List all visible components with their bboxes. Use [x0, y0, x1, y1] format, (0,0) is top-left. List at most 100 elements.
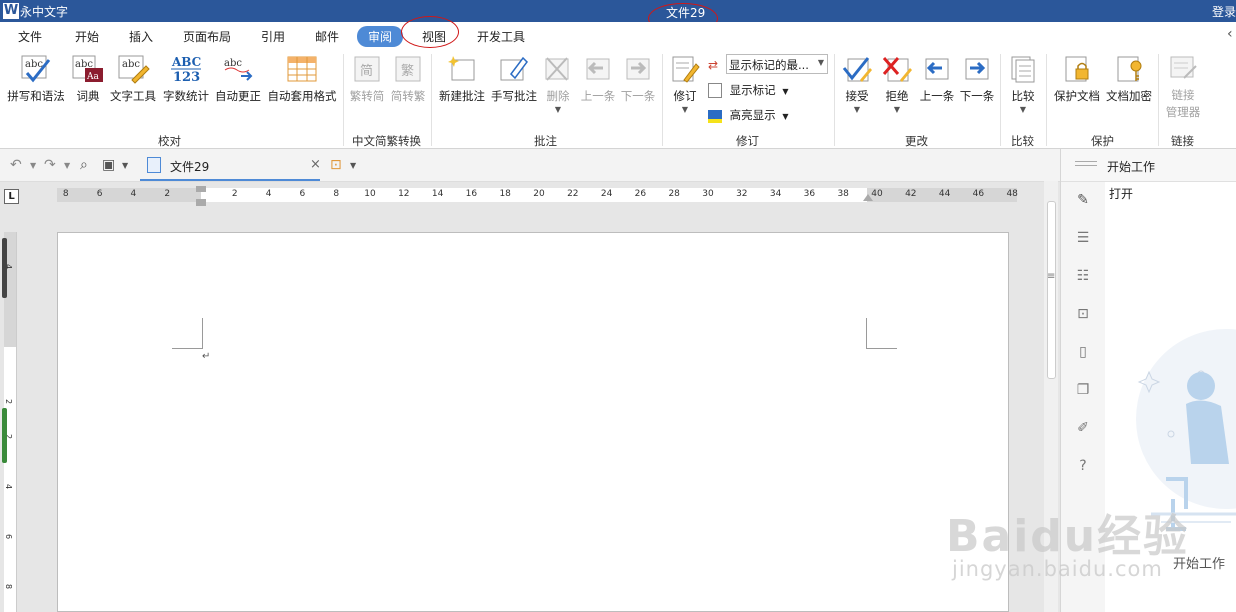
tab-insert[interactable]: 插入 — [129, 28, 153, 45]
ink-comment-button[interactable]: 手写批注 — [489, 54, 539, 104]
autocorrect-label: 自动更正 — [215, 89, 261, 103]
trad-to-simp-button[interactable]: 简 繁转简 — [347, 54, 387, 104]
next-change-button[interactable]: 下一条 — [958, 54, 996, 104]
help-icon[interactable]: ? — [1075, 458, 1091, 474]
vertical-ruler-handle[interactable] — [2, 408, 7, 463]
clipboard-icon[interactable]: ▯ — [1075, 344, 1091, 360]
compare-dropdown-icon[interactable]: ▼ — [1006, 105, 1040, 114]
scrollbar-thumb[interactable] — [1047, 201, 1056, 379]
ruler-tick-label: 18 — [499, 189, 511, 199]
collapse-ribbon-icon[interactable]: ‹ — [1227, 26, 1233, 42]
ruler-tick-label: 42 — [905, 189, 917, 199]
ruler-tick-label: 20 — [533, 189, 545, 199]
ribbon-separator — [343, 54, 344, 146]
tab-file[interactable]: 文件 — [18, 28, 42, 45]
paragraph-mark: ↵ — [202, 351, 211, 362]
group-label-compare: 比较 — [1011, 134, 1034, 148]
undo-dropdown-icon[interactable]: ▼ — [30, 161, 36, 170]
highlight-button[interactable]: 高亮显示 ▼ — [708, 107, 788, 123]
open-label: 打开 — [1109, 187, 1134, 201]
open-action[interactable]: 打开 — [1105, 182, 1236, 204]
word-count-button[interactable]: ABC 123 字数统计 — [161, 54, 211, 104]
next-change-label: 下一条 — [959, 89, 995, 103]
ruler-tick-label: 32 — [736, 189, 748, 199]
track-changes-dropdown-icon[interactable]: ▼ — [668, 105, 702, 114]
svg-text:简: 简 — [360, 63, 373, 79]
next-change-icon — [965, 58, 989, 80]
lock-icon[interactable]: ⊡ — [1075, 306, 1091, 322]
word-count-icon: ABC 123 — [171, 55, 201, 84]
next-comment-button[interactable]: 下一条 — [619, 54, 657, 104]
redo-dropdown-icon[interactable]: ▼ — [64, 161, 70, 170]
list-tree-icon[interactable]: ☷ — [1075, 268, 1091, 284]
group-label-protect: 保护 — [1091, 134, 1114, 148]
document-tab[interactable]: 文件29 × — [140, 151, 321, 181]
settings-sliders-icon[interactable]: ☰ — [1075, 230, 1091, 246]
tab-mailings[interactable]: 邮件 — [315, 28, 339, 45]
new-document-dropdown-icon[interactable]: ▼ — [350, 161, 356, 170]
ribbon: abc 拼写和语法 abc Aa 词典 abc 文字工具 ABC 123 字数统… — [0, 50, 1236, 149]
compare-button[interactable]: 比较 ▼ — [1006, 54, 1040, 114]
login-link[interactable]: 登录 — [1212, 3, 1236, 20]
menu-bar: 文件 开始 插入 页面布局 引用 邮件 审阅 视图 开发工具 ‹ — [0, 22, 1236, 50]
save-dropdown-icon[interactable]: ▼ — [122, 161, 128, 170]
tab-home[interactable]: 开始 — [75, 28, 99, 45]
tab-stop-selector[interactable]: L — [4, 189, 19, 204]
text-tools-button[interactable]: abc 文字工具 — [108, 54, 158, 104]
tab-developer[interactable]: 开发工具 — [477, 28, 525, 45]
ribbon-separator — [1000, 54, 1001, 146]
markup-mode-select[interactable]: 显示标记的最... ▼ — [726, 54, 828, 74]
tab-references[interactable]: 引用 — [261, 28, 285, 45]
reject-dropdown-icon[interactable]: ▼ — [880, 105, 914, 114]
delete-dropdown-icon[interactable]: ▼ — [541, 105, 575, 114]
track-changes-button[interactable]: 修订 ▼ — [668, 54, 702, 114]
edit-pen-icon[interactable]: ✎ — [1075, 192, 1091, 208]
new-document-icon[interactable]: ⊡ — [330, 157, 342, 173]
vertical-ruler-handle[interactable] — [2, 238, 7, 298]
new-comment-button[interactable]: 新建批注 — [436, 54, 488, 104]
show-markup-button[interactable]: 显示标记 ▼ — [708, 82, 788, 98]
new-comment-icon — [448, 56, 475, 81]
reject-change-button[interactable]: 拒绝 ▼ — [880, 54, 914, 114]
protect-document-icon — [1065, 56, 1089, 82]
ribbon-separator — [834, 54, 835, 146]
document-page[interactable]: ↵ — [57, 232, 1009, 612]
autocorrect-button[interactable]: abc 自动更正 — [213, 54, 263, 104]
horizontal-ruler[interactable]: 8 6 4 2 2 4 6 8 10 12 14 16 18 20 22 24 26 28 30 32 34 36 38 40… — [57, 186, 1018, 206]
encrypt-document-button[interactable]: 文档加密 — [1104, 54, 1154, 104]
accept-change-button[interactable]: 接受 ▼ — [840, 54, 874, 114]
side-panel-title: 开始工作 — [1107, 160, 1156, 174]
show-markup-icon — [708, 83, 722, 98]
left-indent-marker[interactable] — [196, 199, 206, 206]
undo-icon[interactable]: ↶ — [10, 157, 22, 173]
ruler-tick-label: 4 — [265, 189, 272, 199]
link-manager-button[interactable]: 链接 管理器 — [1162, 54, 1204, 120]
redo-icon[interactable]: ↷ — [44, 157, 56, 173]
svg-text:ABC: ABC — [171, 55, 201, 69]
right-indent-marker[interactable] — [863, 194, 873, 201]
prev-comment-button[interactable]: 上一条 — [579, 54, 617, 104]
tab-page-layout[interactable]: 页面布局 — [183, 28, 231, 45]
panel-menu-icon[interactable] — [1075, 161, 1097, 162]
protect-document-button[interactable]: 保护文档 — [1052, 54, 1102, 104]
tab-review[interactable]: 审阅 — [357, 26, 404, 47]
first-line-indent-marker[interactable] — [196, 186, 206, 192]
accept-icon — [842, 57, 872, 82]
group-label-proofing: 校对 — [158, 134, 181, 148]
delete-comment-button[interactable]: 删除 ▼ — [541, 54, 575, 114]
ruler-tick-label: 44 — [938, 189, 951, 199]
spelling-grammar-button[interactable]: abc 拼写和语法 — [5, 54, 67, 104]
copy-document-icon[interactable]: ❐ — [1075, 382, 1091, 398]
dictionary-button[interactable]: abc Aa 词典 — [70, 54, 106, 104]
print-preview-icon[interactable]: ⌕ — [80, 157, 88, 173]
ruler-tick-label: 28 — [668, 189, 680, 199]
accept-label: 接受 — [845, 89, 869, 103]
highlight-pen-icon — [708, 110, 722, 123]
close-tab-icon[interactable]: × — [310, 157, 321, 172]
accept-dropdown-icon[interactable]: ▼ — [840, 105, 874, 114]
simp-to-trad-button[interactable]: 繁 简转繁 — [388, 54, 428, 104]
save-icon[interactable]: ▣ — [102, 157, 115, 173]
edit-document-icon[interactable]: ✐ — [1075, 420, 1091, 436]
prev-change-button[interactable]: 上一条 — [918, 54, 956, 104]
autoformat-button[interactable]: 自动套用格式 — [265, 54, 339, 104]
